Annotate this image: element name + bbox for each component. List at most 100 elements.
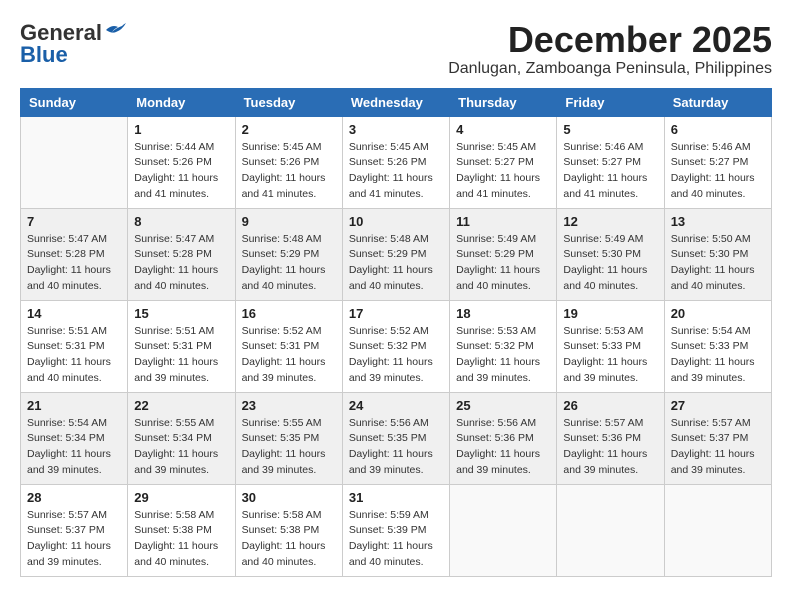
- header: General Blue December 2025 Danlugan, Zam…: [20, 20, 772, 78]
- day-number: 23: [242, 398, 336, 413]
- month-title: December 2025: [448, 20, 772, 60]
- day-info: Sunrise: 5:56 AMSunset: 5:36 PMDaylight:…: [456, 416, 550, 479]
- day-info: Sunrise: 5:44 AMSunset: 5:26 PMDaylight:…: [134, 140, 228, 203]
- day-info: Sunrise: 5:53 AMSunset: 5:33 PMDaylight:…: [563, 324, 657, 387]
- day-info: Sunrise: 5:50 AMSunset: 5:30 PMDaylight:…: [671, 232, 765, 295]
- calendar-cell: 30 Sunrise: 5:58 AMSunset: 5:38 PMDayligh…: [235, 484, 342, 576]
- calendar-cell: 23 Sunrise: 5:55 AMSunset: 5:35 PMDayligh…: [235, 392, 342, 484]
- location-title: Danlugan, Zamboanga Peninsula, Philippin…: [448, 60, 772, 78]
- day-number: 14: [27, 306, 121, 321]
- day-number: 10: [349, 214, 443, 229]
- day-number: 27: [671, 398, 765, 413]
- calendar-cell: 3 Sunrise: 5:45 AMSunset: 5:26 PMDaylight…: [342, 116, 449, 208]
- logo: General Blue: [20, 20, 126, 68]
- day-number: 5: [563, 122, 657, 137]
- day-number: 16: [242, 306, 336, 321]
- day-number: 19: [563, 306, 657, 321]
- calendar-cell: 11 Sunrise: 5:49 AMSunset: 5:29 PMDayligh…: [450, 208, 557, 300]
- day-info: Sunrise: 5:52 AMSunset: 5:32 PMDaylight:…: [349, 324, 443, 387]
- day-number: 17: [349, 306, 443, 321]
- calendar-cell: 27 Sunrise: 5:57 AMSunset: 5:37 PMDayligh…: [664, 392, 771, 484]
- day-info: Sunrise: 5:57 AMSunset: 5:36 PMDaylight:…: [563, 416, 657, 479]
- day-number: 30: [242, 490, 336, 505]
- day-info: Sunrise: 5:56 AMSunset: 5:35 PMDaylight:…: [349, 416, 443, 479]
- day-info: Sunrise: 5:57 AMSunset: 5:37 PMDaylight:…: [27, 508, 121, 571]
- title-area: December 2025 Danlugan, Zamboanga Penins…: [448, 20, 772, 78]
- day-info: Sunrise: 5:58 AMSunset: 5:38 PMDaylight:…: [134, 508, 228, 571]
- calendar-cell: 9Sunrise: 5:48 AMSunset: 5:29 PMDaylight…: [235, 208, 342, 300]
- day-number: 12: [563, 214, 657, 229]
- day-number: 20: [671, 306, 765, 321]
- calendar-cell: 31Sunrise: 5:59 AMSunset: 5:39 PMDayligh…: [342, 484, 449, 576]
- header-day-sunday: Sunday: [21, 88, 128, 116]
- day-info: Sunrise: 5:49 AMSunset: 5:30 PMDaylight:…: [563, 232, 657, 295]
- day-info: Sunrise: 5:45 AMSunset: 5:26 PMDaylight:…: [349, 140, 443, 203]
- day-info: Sunrise: 5:46 AMSunset: 5:27 PMDaylight:…: [563, 140, 657, 203]
- day-info: Sunrise: 5:51 AMSunset: 5:31 PMDaylight:…: [134, 324, 228, 387]
- day-info: Sunrise: 5:45 AMSunset: 5:26 PMDaylight:…: [242, 140, 336, 203]
- calendar-cell: 13Sunrise: 5:50 AMSunset: 5:30 PMDayligh…: [664, 208, 771, 300]
- day-info: Sunrise: 5:48 AMSunset: 5:29 PMDaylight:…: [349, 232, 443, 295]
- logo-bird-icon: [104, 22, 126, 40]
- calendar-cell: 26Sunrise: 5:57 AMSunset: 5:36 PMDayligh…: [557, 392, 664, 484]
- week-row-4: 28Sunrise: 5:57 AMSunset: 5:37 PMDayligh…: [21, 484, 772, 576]
- header-day-friday: Friday: [557, 88, 664, 116]
- day-info: Sunrise: 5:55 AMSunset: 5:34 PMDaylight:…: [134, 416, 228, 479]
- week-row-3: 21Sunrise: 5:54 AMSunset: 5:34 PMDayligh…: [21, 392, 772, 484]
- calendar-cell: 6Sunrise: 5:46 AMSunset: 5:27 PMDaylight…: [664, 116, 771, 208]
- day-info: Sunrise: 5:47 AMSunset: 5:28 PMDaylight:…: [134, 232, 228, 295]
- calendar-cell: 19 Sunrise: 5:53 AMSunset: 5:33 PMDayligh…: [557, 300, 664, 392]
- day-number: 8: [134, 214, 228, 229]
- calendar-cell: 29Sunrise: 5:58 AMSunset: 5:38 PMDayligh…: [128, 484, 235, 576]
- day-number: 11: [456, 214, 550, 229]
- calendar-cell: 1 Sunrise: 5:44 AMSunset: 5:26 PMDaylight…: [128, 116, 235, 208]
- calendar-cell: [450, 484, 557, 576]
- header-day-tuesday: Tuesday: [235, 88, 342, 116]
- day-info: Sunrise: 5:48 AMSunset: 5:29 PMDaylight:…: [242, 232, 336, 295]
- day-number: 1: [134, 122, 228, 137]
- day-info: Sunrise: 5:57 AMSunset: 5:37 PMDaylight:…: [671, 416, 765, 479]
- calendar-cell: 5 Sunrise: 5:46 AMSunset: 5:27 PMDaylight…: [557, 116, 664, 208]
- header-day-thursday: Thursday: [450, 88, 557, 116]
- calendar-cell: 15 Sunrise: 5:51 AMSunset: 5:31 PMDayligh…: [128, 300, 235, 392]
- calendar-cell: 16 Sunrise: 5:52 AMSunset: 5:31 PMDayligh…: [235, 300, 342, 392]
- day-info: Sunrise: 5:55 AMSunset: 5:35 PMDaylight:…: [242, 416, 336, 479]
- week-row-2: 14 Sunrise: 5:51 AMSunset: 5:31 PMDayligh…: [21, 300, 772, 392]
- calendar-cell: 21Sunrise: 5:54 AMSunset: 5:34 PMDayligh…: [21, 392, 128, 484]
- day-info: Sunrise: 5:59 AMSunset: 5:39 PMDaylight:…: [349, 508, 443, 571]
- calendar-cell: 22 Sunrise: 5:55 AMSunset: 5:34 PMDayligh…: [128, 392, 235, 484]
- calendar-cell: 10 Sunrise: 5:48 AMSunset: 5:29 PMDayligh…: [342, 208, 449, 300]
- calendar-cell: 28Sunrise: 5:57 AMSunset: 5:37 PMDayligh…: [21, 484, 128, 576]
- day-number: 3: [349, 122, 443, 137]
- calendar-header-row: SundayMondayTuesdayWednesdayThursdayFrid…: [21, 88, 772, 116]
- day-info: Sunrise: 5:52 AMSunset: 5:31 PMDaylight:…: [242, 324, 336, 387]
- day-number: 2: [242, 122, 336, 137]
- calendar-cell: 4Sunrise: 5:45 AMSunset: 5:27 PMDaylight…: [450, 116, 557, 208]
- day-info: Sunrise: 5:53 AMSunset: 5:32 PMDaylight:…: [456, 324, 550, 387]
- week-row-1: 7 Sunrise: 5:47 AMSunset: 5:28 PMDaylight…: [21, 208, 772, 300]
- calendar-cell: 18Sunrise: 5:53 AMSunset: 5:32 PMDayligh…: [450, 300, 557, 392]
- day-info: Sunrise: 5:54 AMSunset: 5:33 PMDaylight:…: [671, 324, 765, 387]
- calendar-cell: [557, 484, 664, 576]
- calendar-cell: 8 Sunrise: 5:47 AMSunset: 5:28 PMDaylight…: [128, 208, 235, 300]
- day-number: 7: [27, 214, 121, 229]
- day-number: 24: [349, 398, 443, 413]
- day-info: Sunrise: 5:47 AMSunset: 5:28 PMDaylight:…: [27, 232, 121, 295]
- header-day-saturday: Saturday: [664, 88, 771, 116]
- header-day-wednesday: Wednesday: [342, 88, 449, 116]
- calendar-cell: [21, 116, 128, 208]
- header-day-monday: Monday: [128, 88, 235, 116]
- day-number: 22: [134, 398, 228, 413]
- day-number: 4: [456, 122, 550, 137]
- day-number: 21: [27, 398, 121, 413]
- calendar-cell: 17 Sunrise: 5:52 AMSunset: 5:32 PMDayligh…: [342, 300, 449, 392]
- calendar-cell: 14 Sunrise: 5:51 AMSunset: 5:31 PMDayligh…: [21, 300, 128, 392]
- calendar-table: SundayMondayTuesdayWednesdayThursdayFrid…: [20, 88, 772, 577]
- day-info: Sunrise: 5:49 AMSunset: 5:29 PMDaylight:…: [456, 232, 550, 295]
- logo-blue: Blue: [20, 42, 68, 68]
- calendar-cell: 2 Sunrise: 5:45 AMSunset: 5:26 PMDaylight…: [235, 116, 342, 208]
- day-number: 15: [134, 306, 228, 321]
- day-info: Sunrise: 5:51 AMSunset: 5:31 PMDaylight:…: [27, 324, 121, 387]
- day-info: Sunrise: 5:58 AMSunset: 5:38 PMDaylight:…: [242, 508, 336, 571]
- day-number: 25: [456, 398, 550, 413]
